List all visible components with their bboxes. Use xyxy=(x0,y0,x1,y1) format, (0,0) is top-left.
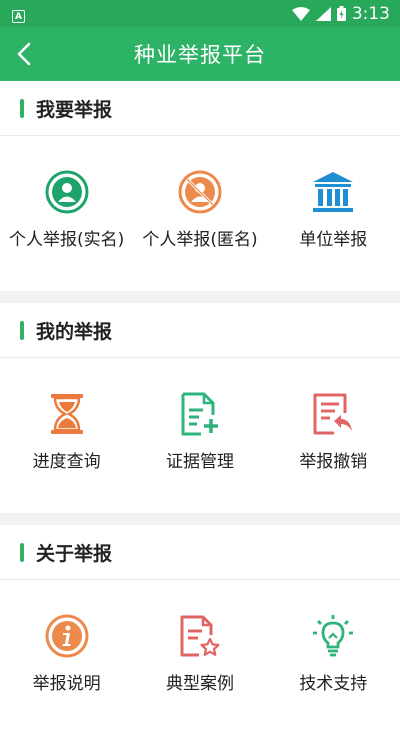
grid-item-label: 举报说明 xyxy=(32,674,101,694)
typical-cases-button[interactable]: 典型案例 xyxy=(133,580,266,735)
about-grid: 举报说明 典型案例 技术支持 xyxy=(0,580,400,735)
notification-a-icon: A xyxy=(12,10,25,24)
grid-item-label: 技术支持 xyxy=(299,674,368,694)
grid-item-label: 个人举报(实名) xyxy=(9,230,125,250)
section-accent-bar xyxy=(20,98,24,118)
person-circle-icon xyxy=(43,168,91,216)
grid-item-label: 证据管理 xyxy=(165,452,234,472)
grid-item-label: 举报撤销 xyxy=(299,452,368,472)
status-time: 3:13 xyxy=(351,3,390,24)
tech-support-button[interactable]: 技术支持 xyxy=(267,580,400,735)
grid-item-label: 个人举报(匿名) xyxy=(142,230,258,250)
document-add-icon xyxy=(176,390,224,438)
grid-item-label: 单位举报 xyxy=(299,230,368,250)
section-header: 关于举报 xyxy=(0,525,400,580)
battery-icon xyxy=(336,6,346,21)
report-instructions-button[interactable]: 举报说明 xyxy=(0,580,133,735)
bank-building-icon xyxy=(309,168,357,216)
section-header: 我的举报 xyxy=(0,303,400,358)
section-header: 我要举报 xyxy=(0,81,400,136)
section-title: 我的举报 xyxy=(36,320,113,343)
my-reports-grid: 进度查询 证据管理 举报撤销 xyxy=(0,358,400,513)
lightbulb-icon xyxy=(309,612,357,660)
evidence-management-button[interactable]: 证据管理 xyxy=(133,358,266,513)
signal-icon xyxy=(315,6,331,21)
section-accent-bar xyxy=(20,542,24,562)
unit-report-button[interactable]: 单位举报 xyxy=(267,136,400,291)
document-undo-icon xyxy=(309,390,357,438)
status-bar: A 3:13 xyxy=(0,0,400,27)
report-withdraw-button[interactable]: 举报撤销 xyxy=(267,358,400,513)
chevron-left-icon xyxy=(17,42,31,66)
report-grid: 个人举报(实名) 个人举报(匿名) 单位举报 xyxy=(0,136,400,291)
grid-item-label: 进度查询 xyxy=(32,452,101,472)
progress-query-button[interactable]: 进度查询 xyxy=(0,358,133,513)
section-my-reports: 我的举报 进度查询 证据管理 举报撤销 xyxy=(0,303,400,513)
anonymous-person-icon xyxy=(176,168,224,216)
section-accent-bar xyxy=(20,320,24,340)
wifi-icon xyxy=(291,6,310,21)
hourglass-icon xyxy=(43,390,91,438)
document-star-icon xyxy=(176,612,224,660)
section-title: 我要举报 xyxy=(36,98,113,121)
section-title: 关于举报 xyxy=(36,542,113,565)
app-bar: 种业举报平台 xyxy=(0,27,400,81)
section-report: 我要举报 个人举报(实名) 个人举报(匿名) 单位举报 xyxy=(0,81,400,291)
real-name-report-button[interactable]: 个人举报(实名) xyxy=(0,136,133,291)
back-button[interactable] xyxy=(6,36,42,72)
anonymous-report-button[interactable]: 个人举报(匿名) xyxy=(133,136,266,291)
page-title: 种业举报平台 xyxy=(134,43,266,67)
section-about: 关于举报 举报说明 典型案例 技术支持 xyxy=(0,525,400,735)
grid-item-label: 典型案例 xyxy=(165,674,234,694)
info-circle-icon xyxy=(43,612,91,660)
